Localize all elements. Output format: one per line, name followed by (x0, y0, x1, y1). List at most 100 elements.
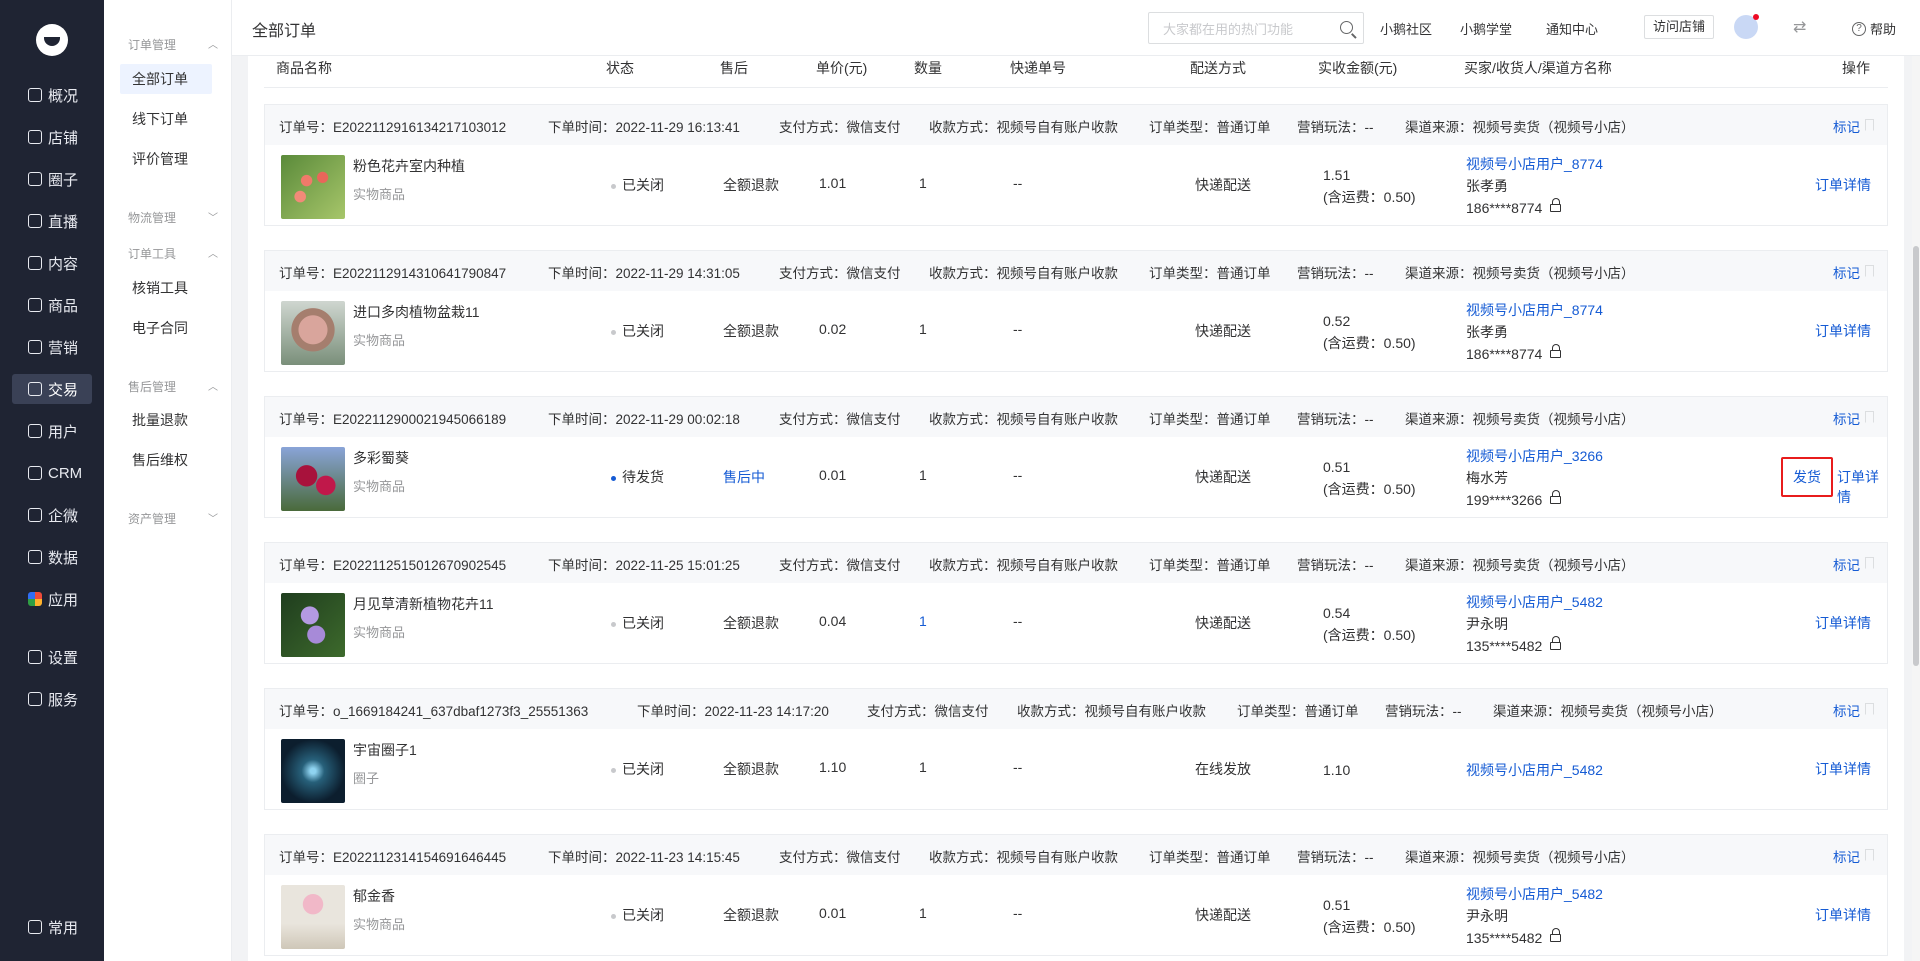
product-thumbnail[interactable] (281, 155, 345, 219)
receive-method: 收款方式：视频号自有账户收款 (929, 266, 1118, 281)
nav-item-wecom[interactable]: 企微 (12, 500, 92, 530)
bookmark-icon[interactable] (1865, 703, 1874, 715)
col-status: 状态 (606, 60, 634, 76)
nav-item-settings[interactable]: 设置 (12, 642, 92, 672)
bookmark-icon[interactable] (1865, 411, 1874, 423)
mark-link[interactable]: 标记 (1833, 262, 1860, 282)
lock-icon[interactable] (1550, 198, 1562, 213)
paid-amount: 0.51 (含运费：0.50) (1323, 459, 1416, 497)
aftersale-status[interactable]: 售后中 (723, 467, 765, 487)
nav-item-data[interactable]: 数据 (12, 542, 92, 572)
product-name[interactable]: 多彩蜀葵 (353, 448, 409, 468)
lock-icon[interactable] (1550, 344, 1562, 359)
order-info-bar: 订单号：E2022112900021945066189 下单时间：2022-11… (265, 397, 1887, 437)
order-detail-link[interactable]: 订单详情 (1815, 321, 1871, 341)
subnav-group-order-tools[interactable]: 订单工具 ︿ (128, 245, 218, 262)
product-thumbnail[interactable] (281, 301, 345, 365)
bookmark-icon[interactable] (1865, 849, 1874, 861)
order-detail-link[interactable]: 订单详情 (1815, 175, 1871, 195)
paid-amount: 1.10 (1323, 762, 1351, 778)
mark-link[interactable]: 标记 (1833, 554, 1860, 574)
product-name[interactable]: 粉色花卉室内种植 (353, 156, 465, 176)
nav-item-store[interactable]: 店铺 (12, 122, 92, 152)
bookmark-icon[interactable] (1865, 557, 1874, 569)
mark-link[interactable]: 标记 (1833, 408, 1860, 428)
link-community[interactable]: 小鹅社区 (1380, 19, 1432, 38)
lock-icon[interactable] (1550, 490, 1562, 505)
product-type: 圈子 (353, 771, 380, 786)
nav-item-overview[interactable]: 概况 (12, 80, 92, 110)
subnav-item-rights-protection[interactable]: 售后维权 (120, 445, 212, 475)
search-input[interactable]: 大家都在用的热门功能 (1148, 12, 1364, 44)
product-name[interactable]: 进口多肉植物盆栽11 (353, 302, 480, 322)
product-name[interactable]: 月见草清新植物花卉11 (353, 594, 494, 614)
buyer-link[interactable]: 视频号小店用户_3266 (1466, 445, 1603, 467)
channel-source: 渠道来源：视频号卖货（视频号小店） (1405, 558, 1635, 573)
product-name[interactable]: 郁金香 (353, 886, 395, 906)
visit-store-button[interactable]: 访问店铺 (1644, 15, 1715, 39)
nav-item-circle[interactable]: 圈子 (12, 164, 92, 194)
order-status: 已关闭 (611, 905, 664, 925)
subnav-item-batch-refund[interactable]: 批量退款 (120, 405, 212, 435)
nav-item-service[interactable]: 服务 (12, 684, 92, 714)
logo-icon[interactable] (36, 24, 68, 56)
mark-link[interactable]: 标记 (1833, 700, 1860, 720)
product-type: 实物商品 (353, 917, 406, 932)
lock-icon[interactable] (1550, 928, 1562, 943)
nav-item-app[interactable]: 应用 (12, 584, 92, 614)
help-button[interactable]: ? 帮助 (1852, 19, 1896, 38)
subnav-item-offline-orders[interactable]: 线下订单 (120, 104, 212, 134)
subnav-item-e-contract[interactable]: 电子合同 (120, 313, 212, 343)
order-card: 订单号：E2022112900021945066189 下单时间：2022-11… (264, 396, 1888, 518)
order-time: 下单时间：2022-11-29 00:02:18 (548, 412, 740, 427)
switch-icon[interactable]: ⇄ (1793, 17, 1806, 37)
order-detail-link[interactable]: 订单详情 (1815, 759, 1871, 779)
mark-link[interactable]: 标记 (1833, 116, 1860, 136)
pay-method: 支付方式：微信支付 (779, 266, 901, 281)
product-thumbnail[interactable] (281, 885, 345, 949)
product-thumbnail[interactable] (281, 593, 345, 657)
order-detail-link[interactable]: 订单详情 (1815, 905, 1871, 925)
subnav-item-verify-tool[interactable]: 核销工具 (120, 273, 212, 303)
main-nav: 概况 店铺 圈子 直播 内容 商品 营销 交易 用户 CRM 企微 数据 应用 … (0, 0, 104, 961)
buyer-link[interactable]: 视频号小店用户_5482 (1466, 883, 1603, 905)
buyer-link[interactable]: 视频号小店用户_5482 (1466, 759, 1603, 781)
order-info-bar: 订单号：E2022112314154691646445 下单时间：2022-11… (265, 835, 1887, 875)
product-name[interactable]: 宇宙圈子1 (353, 740, 417, 760)
paid-amount: 0.51 (含运费：0.50) (1323, 897, 1416, 935)
avatar[interactable] (1734, 14, 1759, 39)
buyer-link[interactable]: 视频号小店用户_5482 (1466, 591, 1603, 613)
subnav-group-assets[interactable]: 资产管理 ﹀ (128, 510, 218, 527)
subnav-item-reviews[interactable]: 评价管理 (120, 144, 212, 174)
subnav-group-logistics[interactable]: 物流管理 ﹀ (128, 209, 218, 226)
scrollbar[interactable] (1912, 56, 1920, 961)
order-detail-link[interactable]: 订单详情 (1815, 613, 1871, 633)
subnav-group-aftersale[interactable]: 售后管理 ︿ (128, 378, 218, 395)
nav-item-marketing[interactable]: 营销 (12, 332, 92, 362)
nav-item-user[interactable]: 用户 (12, 416, 92, 446)
buyer-link[interactable]: 视频号小店用户_8774 (1466, 299, 1603, 321)
product-thumbnail[interactable] (281, 447, 345, 511)
order-detail-link[interactable]: 订单详情 (1837, 467, 1887, 507)
link-notifications[interactable]: 通知中心 (1546, 19, 1598, 38)
nav-item-trade[interactable]: 交易 (12, 374, 92, 404)
nav-item-common[interactable]: 常用 (12, 912, 92, 942)
bookmark-icon[interactable] (1865, 265, 1874, 277)
chevron-up-icon: ︿ (208, 249, 218, 260)
ship-button[interactable]: 发货 (1781, 457, 1833, 497)
buyer-link[interactable]: 视频号小店用户_8774 (1466, 153, 1603, 175)
subnav-item-all-orders[interactable]: 全部订单 (120, 64, 212, 94)
subnav-group-order[interactable]: 订单管理 ︿ (128, 36, 218, 53)
product-thumbnail[interactable] (281, 739, 345, 803)
nav-item-goods[interactable]: 商品 (12, 290, 92, 320)
scrollbar-thumb[interactable] (1913, 246, 1919, 666)
nav-item-crm[interactable]: CRM (12, 458, 92, 488)
search-icon[interactable] (1340, 21, 1353, 34)
nav-item-content[interactable]: 内容 (12, 248, 92, 278)
lock-icon[interactable] (1550, 636, 1562, 651)
quantity[interactable]: 1 (919, 613, 927, 629)
nav-item-live[interactable]: 直播 (12, 206, 92, 236)
bookmark-icon[interactable] (1865, 119, 1874, 131)
link-academy[interactable]: 小鹅学堂 (1460, 19, 1512, 38)
mark-link[interactable]: 标记 (1833, 846, 1860, 866)
